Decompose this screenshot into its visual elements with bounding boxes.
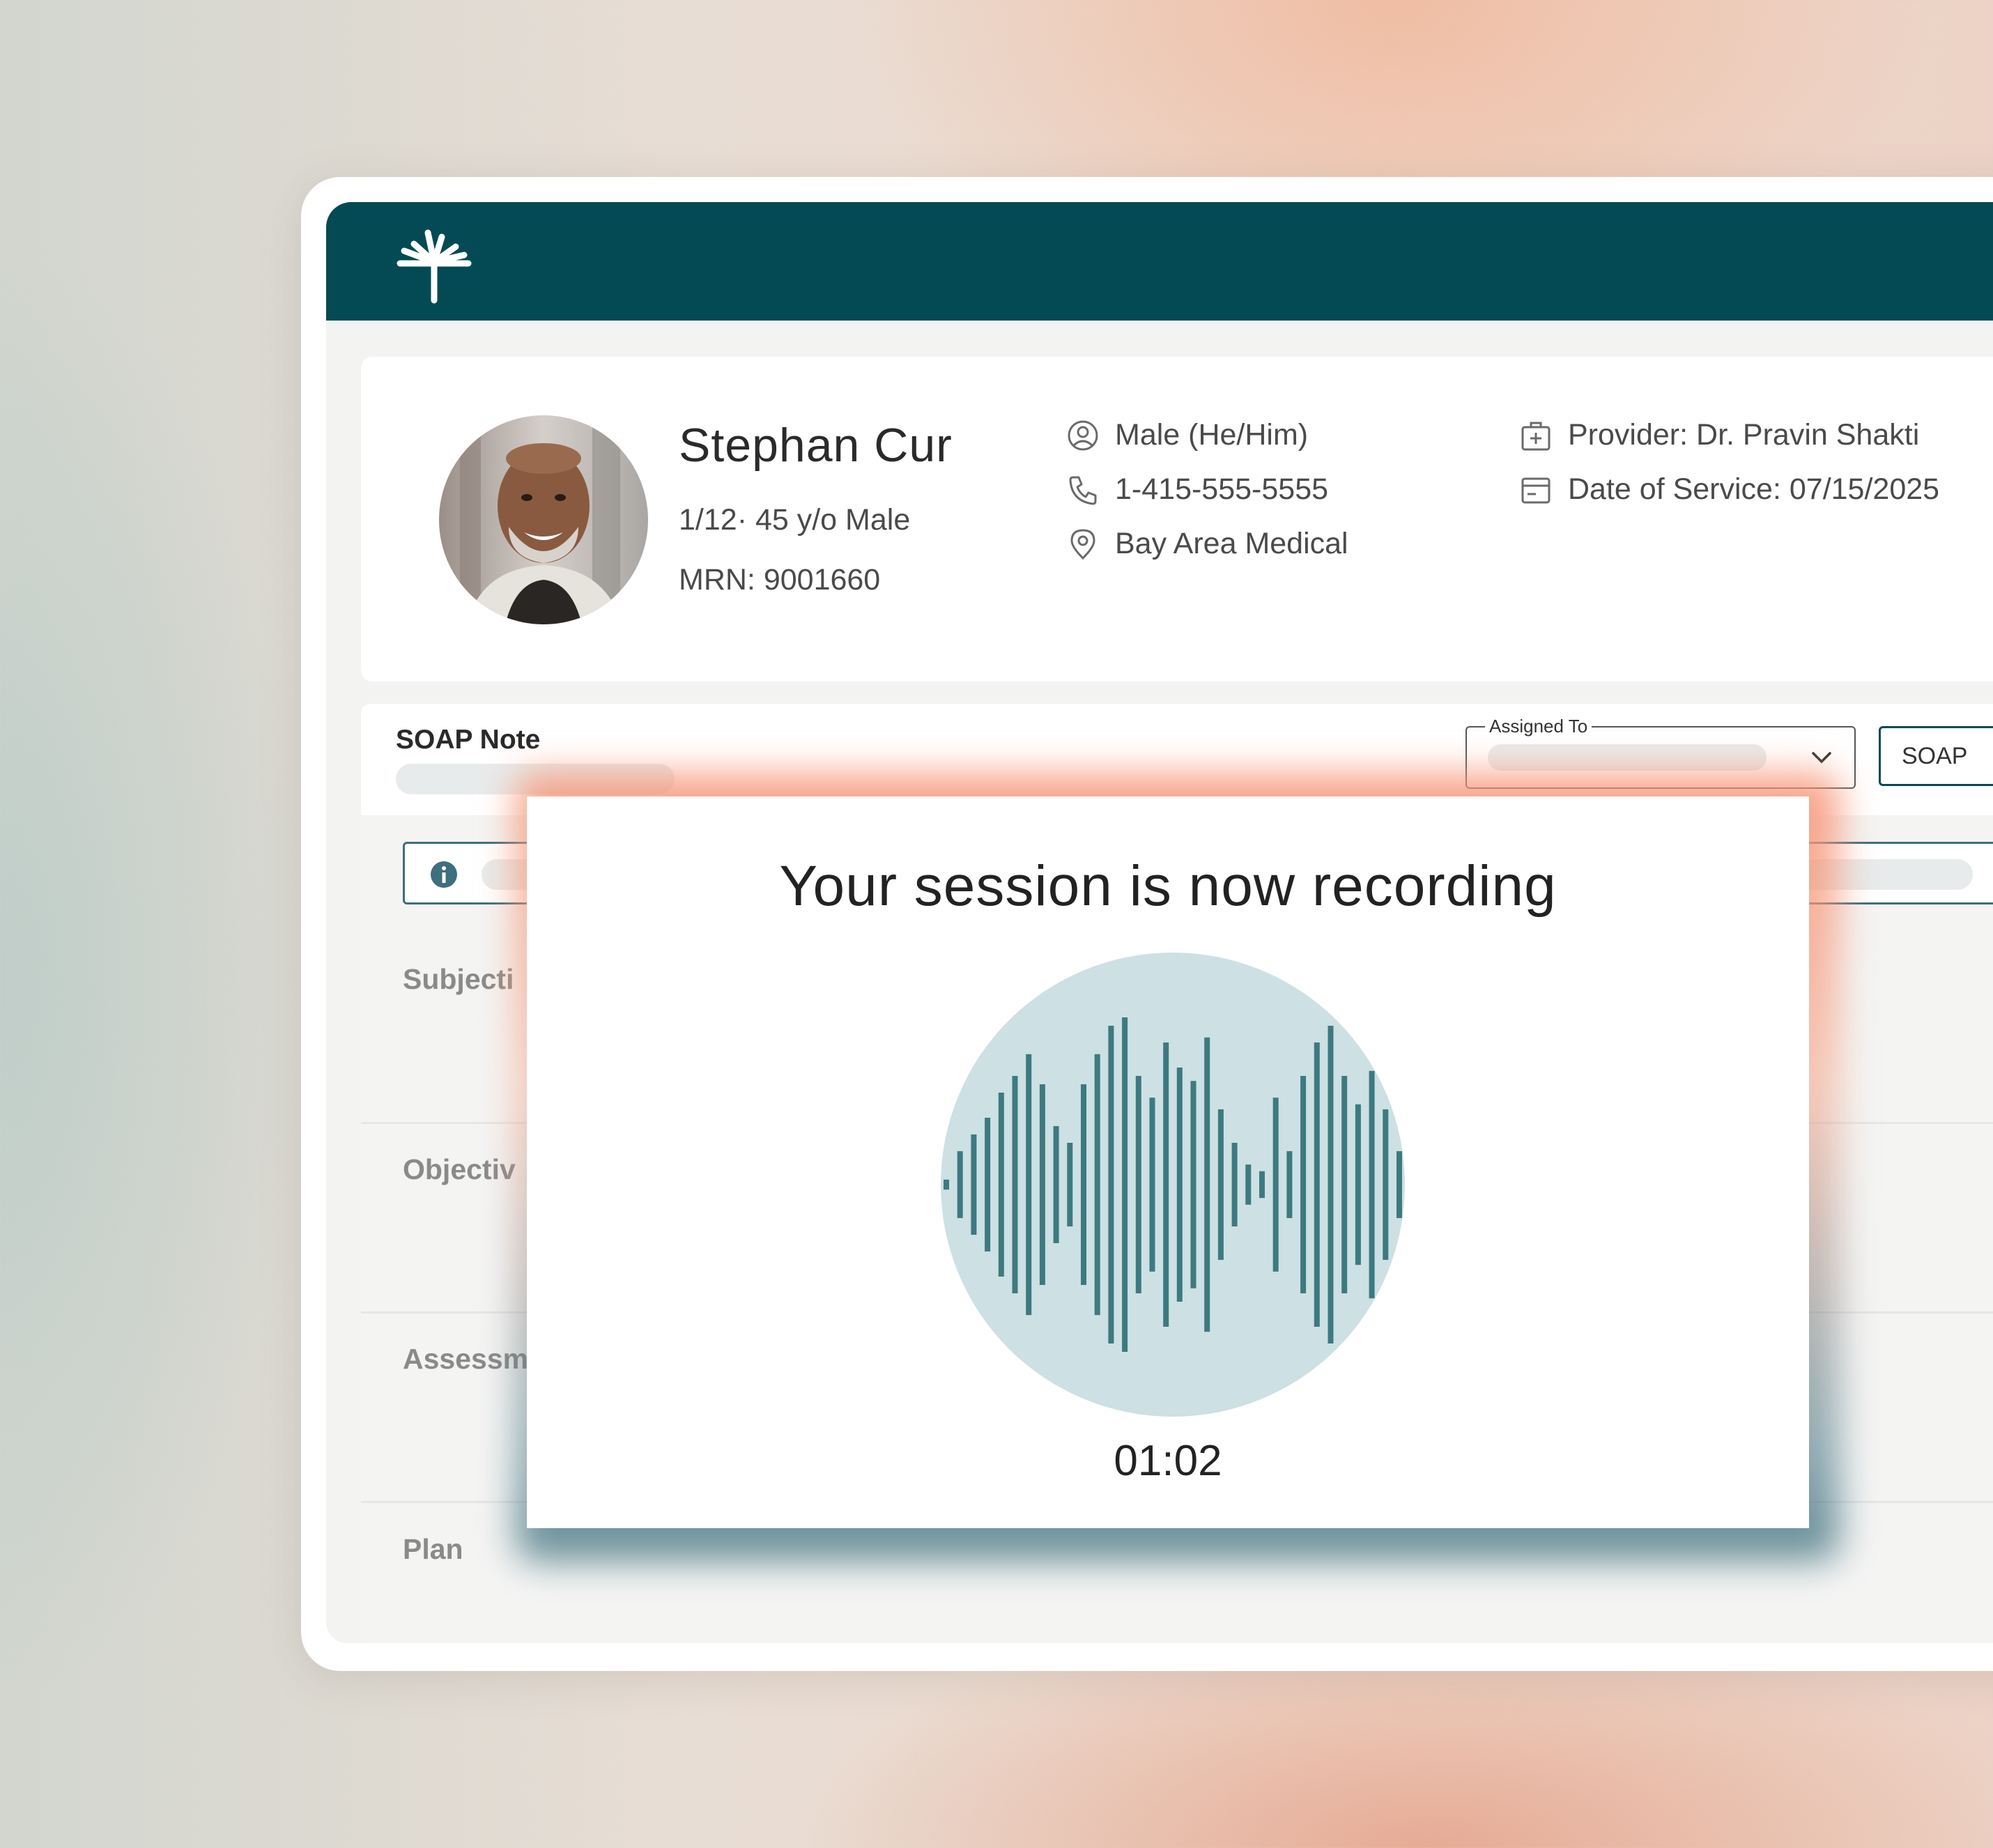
patient-name: Stephan Cur <box>679 419 953 472</box>
recording-modal: Your session is now recording 01:02 <box>527 796 1809 1528</box>
recording-title: Your session is now recording <box>779 854 1557 918</box>
patient-card: Stephan Cur 1/12· 45 y/o Male MRN: 90016… <box>361 357 1993 682</box>
waveform-background <box>941 953 1405 1417</box>
waveform-bar <box>1396 1151 1402 1218</box>
waveform-bar <box>1300 1076 1307 1293</box>
patient-phone: 1-415-555-5555 <box>1115 472 1329 506</box>
gender-row: Male (He/Him) <box>1066 418 1308 452</box>
top-bar <box>326 202 1993 321</box>
waveform-bar <box>985 1118 991 1252</box>
provider-name: Provider: Dr. Pravin Shakti <box>1568 418 1920 452</box>
waveform-bar <box>1272 1098 1279 1272</box>
waveform-bar <box>971 1134 977 1235</box>
waveform-bar <box>1355 1104 1361 1265</box>
medical-kit-icon <box>1521 422 1550 450</box>
patient-location: Bay Area Medical <box>1115 527 1348 560</box>
map-pin-icon <box>1070 528 1095 560</box>
assessment-label: Assessm <box>403 1343 529 1375</box>
waveform-bar <box>1314 1042 1320 1327</box>
calendar-icon <box>1521 477 1550 503</box>
info-icon <box>431 861 457 888</box>
waveform-bar <box>1176 1068 1183 1302</box>
waveform-bar <box>1039 1084 1045 1285</box>
patient-gender: Male (He/Him) <box>1115 418 1309 452</box>
waveform-bar <box>1026 1054 1032 1316</box>
waveform-bar <box>1190 1081 1196 1288</box>
waveform-bar <box>1245 1164 1252 1205</box>
objective-label: Objectiv <box>403 1153 516 1185</box>
chevron-down-icon <box>1812 752 1831 764</box>
waveform-bar <box>1217 1109 1224 1260</box>
waveform-bar <box>1231 1143 1238 1226</box>
waveform-bar <box>1259 1171 1265 1199</box>
date-row: Date of Service: 07/15/2025 <box>1519 472 1939 507</box>
recording-waveform <box>941 953 1405 1417</box>
waveform-bar <box>1122 1017 1128 1352</box>
waveform-bar <box>1081 1084 1086 1285</box>
waveform-bar <box>1149 1098 1155 1272</box>
waveform-bar <box>1053 1126 1059 1243</box>
date-of-service: Date of Service: 07/15/2025 <box>1568 472 1940 506</box>
provider-row: Provider: Dr. Pravin Shakti <box>1519 418 1919 452</box>
waveform-bar <box>957 1151 963 1218</box>
waveform-bar <box>1012 1076 1018 1293</box>
waveform-bar <box>1108 1026 1114 1343</box>
waveform-bar <box>1163 1042 1169 1327</box>
waveform-bar <box>1286 1151 1293 1218</box>
waveform-bar <box>944 1179 949 1190</box>
waveform-bar <box>998 1093 1004 1277</box>
waveform-bar <box>1369 1070 1375 1299</box>
assigned-to-label: Assigned To <box>1485 716 1592 737</box>
phone-icon <box>1069 476 1097 505</box>
patient-mrn: MRN: 9001660 <box>679 563 881 596</box>
waveform-bar <box>1328 1026 1334 1343</box>
recording-timer: 01:02 <box>1114 1437 1222 1485</box>
phone-row: 1-415-555-5555 <box>1066 472 1328 507</box>
note-type-button[interactable]: SOAP <box>1879 726 1993 786</box>
subjective-label: Subjecti <box>403 963 514 995</box>
soap-note-title: SOAP Note <box>396 725 541 755</box>
app-logo-icon <box>397 229 472 304</box>
select-value-placeholder <box>1488 744 1767 771</box>
user-circle-icon <box>1068 420 1098 450</box>
waveform-bar <box>1341 1076 1348 1293</box>
waveform-bar <box>1383 1109 1389 1260</box>
waveform-bar <box>1135 1076 1141 1293</box>
patient-details: 1/12· 45 y/o Male <box>679 503 911 537</box>
plan-label: Plan <box>403 1533 463 1565</box>
waveform-bar <box>1067 1143 1073 1226</box>
waveform-bar <box>1204 1037 1210 1332</box>
waveform-bar <box>1094 1054 1100 1316</box>
location-row: Bay Area Medical <box>1066 527 1348 561</box>
patient-avatar <box>439 415 648 624</box>
